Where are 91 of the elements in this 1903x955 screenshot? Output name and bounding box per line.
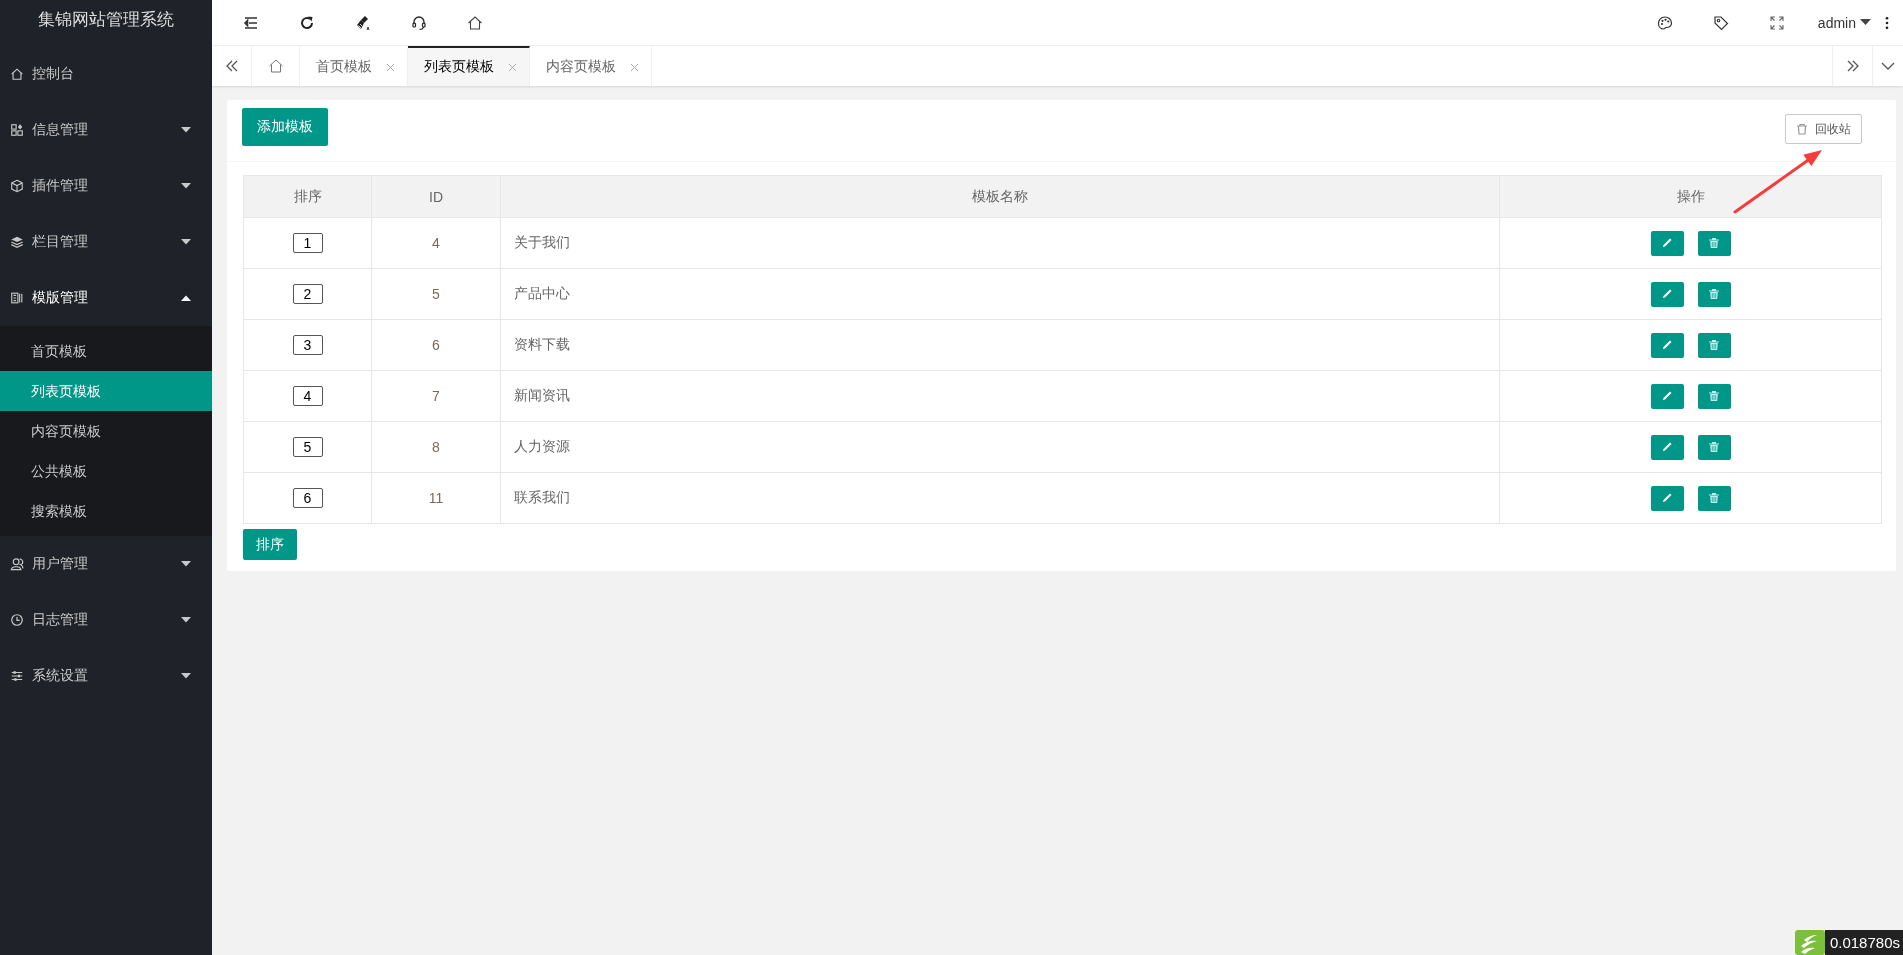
trash-icon [1708, 492, 1720, 504]
home-icon [267, 58, 284, 74]
close-icon[interactable] [508, 62, 517, 72]
table-cell: 11 [371, 472, 501, 524]
edit-button[interactable] [1650, 230, 1684, 256]
sort-order-field[interactable]: 2 [292, 284, 323, 304]
trash-icon [1708, 288, 1720, 300]
menu-item[interactable]: 控制台 [32, 65, 192, 83]
headset-icon [411, 14, 427, 31]
column-header: 排序 [243, 175, 372, 218]
brush-icon [355, 14, 371, 31]
trash-icon [1708, 237, 1720, 249]
delete-button[interactable] [1697, 434, 1731, 460]
palette-icon [1656, 14, 1673, 31]
table-cell: 新闻资讯 [500, 370, 1500, 422]
recycle-bin-button[interactable]: 回收站 [1785, 114, 1862, 144]
edit-button[interactable] [1650, 485, 1684, 511]
add-template-button[interactable]: 添加模板 [242, 108, 328, 146]
table-cell: 7 [371, 370, 501, 422]
grid-icon [10, 123, 24, 137]
table-cell: 5 [371, 268, 501, 320]
sort-order-field[interactable]: 4 [292, 386, 323, 406]
submenu-item[interactable]: 搜索模板 [0, 491, 212, 531]
table-cell: 关于我们 [500, 217, 1500, 269]
submenu-item[interactable]: 首页模板 [0, 331, 212, 371]
sort-button[interactable]: 排序 [243, 529, 297, 560]
tag-icon [1712, 14, 1729, 31]
page-tab[interactable]: 内容页模板 [530, 46, 652, 86]
fullscreen-icon [1768, 14, 1785, 31]
pencil-icon [1661, 288, 1673, 300]
user-menu[interactable]: admin [1817, 14, 1856, 31]
pencil-icon [1661, 390, 1673, 402]
delete-button[interactable] [1697, 281, 1731, 307]
table-cell: 4 [371, 217, 501, 269]
pencil-icon [1661, 339, 1673, 351]
table-cell: 8 [371, 421, 501, 473]
menu-item[interactable]: 模版管理 [32, 289, 172, 307]
menu-item[interactable]: 插件管理 [32, 177, 172, 195]
clock-icon [10, 613, 24, 627]
delete-button[interactable] [1697, 230, 1731, 256]
indent-icon [243, 14, 259, 31]
menu-item[interactable]: 系统设置 [32, 667, 172, 685]
trash-icon [1796, 123, 1808, 135]
sort-order-field[interactable]: 1 [292, 233, 323, 253]
menu-item[interactable]: 信息管理 [32, 121, 172, 139]
document-icon [10, 291, 24, 305]
home-icon [10, 67, 24, 81]
submenu-item[interactable]: 内容页模板 [0, 411, 212, 451]
table-cell: 资料下载 [500, 319, 1500, 371]
cube-icon [10, 179, 24, 193]
app-title: 集锦网站管理系统 [37, 9, 175, 31]
sliders-icon [10, 669, 24, 683]
delete-button[interactable] [1697, 332, 1731, 358]
sort-order-field[interactable]: 3 [292, 335, 323, 355]
column-header: ID [371, 175, 501, 218]
home-icon [467, 14, 483, 31]
table-cell: 6 [371, 319, 501, 371]
layers-icon [10, 235, 24, 249]
debug-logo-icon[interactable] [1794, 930, 1825, 955]
submenu-item[interactable]: 列表页模板 [0, 371, 212, 411]
column-header: 操作 [1499, 175, 1882, 218]
delete-button[interactable] [1697, 485, 1731, 511]
execution-time: 0.018780s [1824, 930, 1903, 955]
refresh-icon [299, 14, 315, 31]
sort-order-field[interactable]: 5 [292, 437, 323, 457]
caret-icon [1860, 19, 1871, 26]
page-tab[interactable]: 列表页模板 [408, 46, 530, 86]
edit-button[interactable] [1650, 281, 1684, 307]
trash-icon [1708, 339, 1720, 351]
sort-order-field[interactable]: 6 [292, 488, 323, 508]
edit-button[interactable] [1650, 332, 1684, 358]
menu-item[interactable]: 栏目管理 [32, 233, 172, 251]
close-icon[interactable] [386, 62, 395, 72]
column-header: 模板名称 [500, 175, 1500, 218]
pencil-icon [1661, 492, 1673, 504]
user-icon [10, 557, 24, 571]
delete-button[interactable] [1697, 383, 1731, 409]
trash-icon [1708, 390, 1720, 402]
menu-item[interactable]: 用户管理 [32, 555, 172, 573]
table-cell: 人力资源 [500, 421, 1500, 473]
table-cell: 联系我们 [500, 472, 1500, 524]
edit-button[interactable] [1650, 383, 1684, 409]
pencil-icon [1661, 441, 1673, 453]
submenu-item[interactable]: 公共模板 [0, 451, 212, 491]
more-icon[interactable] [1885, 15, 1889, 30]
table-cell: 产品中心 [500, 268, 1500, 320]
pencil-icon [1661, 237, 1673, 249]
menu-item[interactable]: 日志管理 [32, 611, 172, 629]
trash-icon [1708, 441, 1720, 453]
edit-button[interactable] [1650, 434, 1684, 460]
close-icon[interactable] [630, 62, 639, 72]
